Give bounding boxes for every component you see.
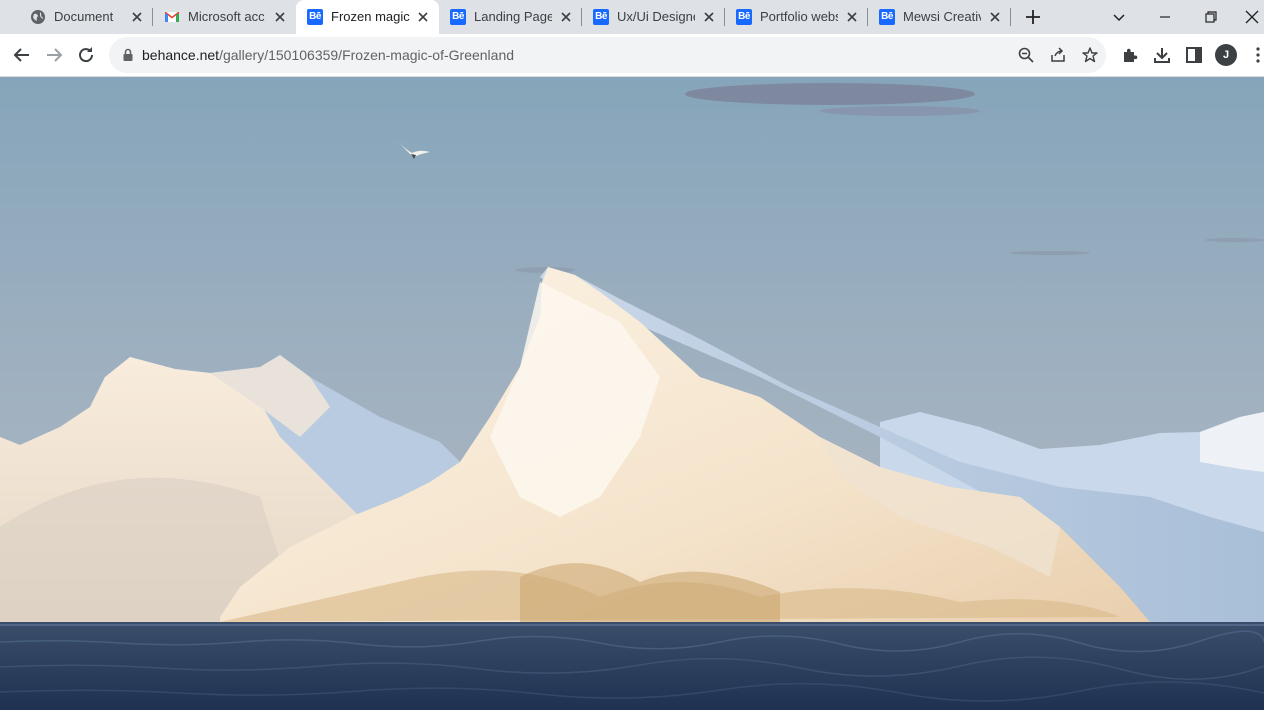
behance-icon: Bē (879, 9, 895, 25)
tab-title: Frozen magic of Greenland (331, 9, 411, 24)
tab-title: Ux/Ui Designer (617, 9, 695, 24)
close-icon[interactable] (415, 9, 431, 25)
tab-title: Microsoft account (188, 9, 265, 24)
restore-icon[interactable] (1199, 5, 1223, 29)
extensions-puzzle-icon[interactable] (1118, 43, 1142, 67)
gmail-icon (165, 12, 179, 22)
tab-title: Mewsi Creative (903, 9, 981, 24)
tab-strip: Document Microsoft account Bē Frozen mag… (0, 0, 1264, 34)
tab-portfolio-website[interactable]: Bē Portfolio website (725, 0, 868, 34)
close-icon[interactable] (701, 9, 717, 25)
close-icon[interactable] (987, 9, 1003, 25)
tab-frozen-magic[interactable]: Bē Frozen magic of Greenland (296, 0, 439, 34)
minimize-icon[interactable] (1153, 5, 1177, 29)
globe-icon (31, 10, 45, 24)
address-bar[interactable]: behance.net/gallery/150106359/Frozen-mag… (109, 37, 1106, 73)
lock-icon[interactable] (120, 47, 136, 63)
back-arrow-icon[interactable] (10, 43, 34, 67)
tab-ux-ui-designer[interactable]: Bē Ux/Ui Designer (582, 0, 725, 34)
behance-icon: Bē (736, 9, 752, 25)
zoom-icon[interactable] (1017, 46, 1035, 64)
behance-icon: Bē (307, 9, 323, 25)
tab-mewsi-creative[interactable]: Bē Mewsi Creative (868, 0, 1011, 34)
url-path: /gallery/150106359/Frozen-magic-of-Green… (219, 47, 515, 63)
side-panel-icon[interactable] (1182, 43, 1206, 67)
url-host: behance.net (142, 47, 220, 63)
iceberg-photo (0, 77, 1264, 710)
download-icon[interactable] (1150, 43, 1174, 67)
share-icon[interactable] (1049, 46, 1067, 64)
tab-search-chevron-down-icon[interactable] (1107, 5, 1131, 29)
tab-title: Portfolio website (760, 9, 838, 24)
tab-title: Document (54, 9, 114, 24)
close-icon[interactable] (272, 9, 288, 25)
new-tab-plus-icon[interactable] (1021, 5, 1045, 29)
tab-title: Landing Page (474, 9, 552, 24)
reload-icon[interactable] (74, 43, 98, 67)
forward-arrow-icon[interactable] (42, 43, 66, 67)
window-close-icon[interactable] (1240, 5, 1264, 29)
profile-avatar[interactable]: J (1215, 44, 1237, 66)
close-icon[interactable] (844, 9, 860, 25)
page-content (0, 77, 1264, 710)
behance-icon: Bē (450, 9, 466, 25)
tab-microsoft-account[interactable]: Microsoft account (153, 0, 296, 34)
more-menu-kebab-icon[interactable] (1246, 43, 1264, 67)
close-icon[interactable] (558, 9, 574, 25)
behance-icon: Bē (593, 9, 609, 25)
browser-toolbar: behance.net/gallery/150106359/Frozen-mag… (0, 34, 1264, 76)
tab-document[interactable]: Document (10, 0, 153, 34)
url-text[interactable]: behance.net/gallery/150106359/Frozen-mag… (142, 47, 514, 63)
bookmark-star-icon[interactable] (1081, 46, 1099, 64)
tab-landing-page[interactable]: Bē Landing Page (439, 0, 582, 34)
close-icon[interactable] (129, 9, 145, 25)
tab-separator (1010, 8, 1011, 26)
